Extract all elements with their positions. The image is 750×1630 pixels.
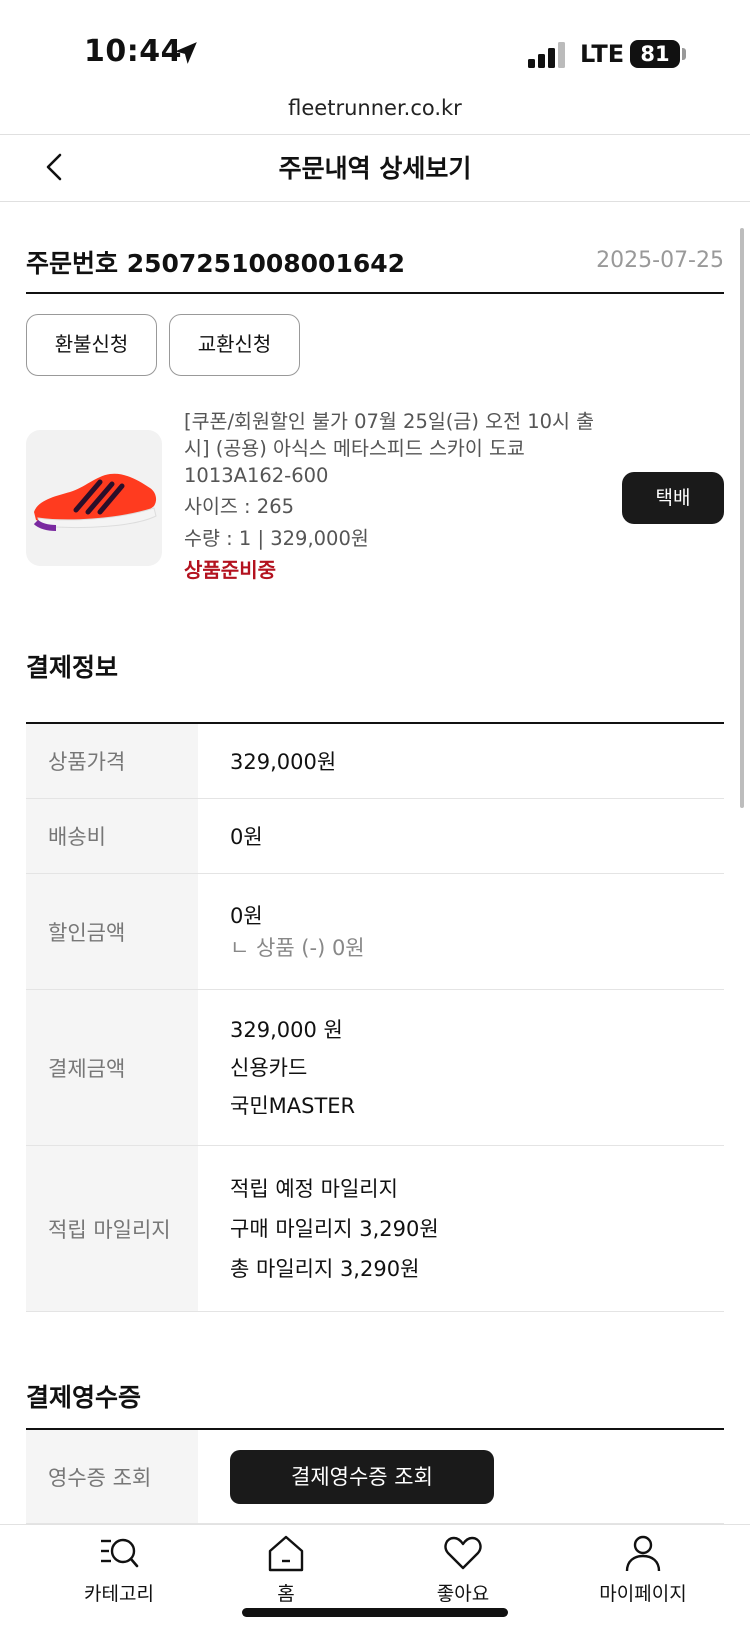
- page-title: 주문내역 상세보기: [278, 154, 472, 183]
- table-row: 상품가격 329,000원: [26, 724, 724, 799]
- row-value: 결제영수증 조회: [198, 1430, 724, 1523]
- nav-label: 좋아요: [436, 1583, 490, 1605]
- product-model-code: 1013A162-600: [184, 464, 329, 487]
- nav-category[interactable]: 카테고리: [44, 1533, 194, 1606]
- nav-label: 카테고리: [84, 1583, 154, 1605]
- home-indicator: [242, 1608, 508, 1617]
- product-name-line: 시] (공용) 아식스 메타스피드 스카이 도쿄: [184, 437, 525, 460]
- signal-icon: [528, 42, 565, 68]
- order-header: 주문번호 2507251008001642 2025-07-25: [26, 240, 724, 294]
- row-label: 적립 마일리지: [26, 1146, 198, 1311]
- row-label: 할인금액: [26, 874, 198, 989]
- receipt-section-title: 결제영수증: [26, 1383, 142, 1412]
- table-row: 영수증 조회 결제영수증 조회: [26, 1430, 724, 1524]
- delivery-button[interactable]: 택배: [622, 472, 724, 524]
- discount-value: 0원: [230, 903, 263, 928]
- home-icon: [268, 1535, 304, 1572]
- category-search-icon: [101, 1538, 139, 1568]
- heart-icon: [444, 1536, 482, 1570]
- order-number: 주문번호 2507251008001642: [26, 249, 406, 278]
- receipt-table: 영수증 조회 결제영수증 조회: [26, 1430, 724, 1524]
- nav-label: 마이페이지: [599, 1583, 687, 1605]
- mileage-expected: 적립 예정 마일리지: [230, 1176, 398, 1201]
- browser-url[interactable]: fleetrunner.co.kr: [0, 96, 750, 120]
- row-label: 배송비: [26, 799, 198, 873]
- nav-label: 홈: [277, 1583, 295, 1605]
- refund-request-button[interactable]: 환불신청: [26, 314, 157, 376]
- product-status: 상품준비중: [184, 558, 276, 582]
- table-row: 배송비 0원: [26, 799, 724, 874]
- product-price-value: 329,000원: [230, 750, 337, 774]
- payment-section-title: 결제정보: [26, 653, 119, 682]
- battery-icon: 81: [630, 40, 680, 68]
- order-date: 2025-07-25: [596, 248, 724, 273]
- row-label: 영수증 조회: [26, 1430, 198, 1523]
- scrollbar[interactable]: [740, 228, 744, 808]
- product-name[interactable]: [쿠폰/회원할인 불가 07월 25일(금) 오전 10시 출 시] (공용) …: [184, 408, 604, 489]
- status-bar: 10:44 LTE 81: [0, 0, 750, 92]
- mileage-purchase: 구매 마일리지 3,290원: [230, 1216, 439, 1241]
- row-value: 0원: [198, 799, 724, 873]
- nav-likes[interactable]: 좋아요: [388, 1533, 538, 1606]
- status-time: 10:44: [84, 34, 182, 69]
- table-row: 적립 마일리지 적립 예정 마일리지 구매 마일리지 3,290원 총 마일리지…: [26, 1146, 724, 1312]
- row-value: 적립 예정 마일리지 구매 마일리지 3,290원 총 마일리지 3,290원: [198, 1146, 724, 1311]
- row-value: 329,000 원 신용카드 국민MASTER: [198, 990, 724, 1145]
- discount-detail: ㄴ 상품 (-) 0원: [230, 935, 365, 960]
- payment-method: 신용카드: [230, 1055, 308, 1080]
- table-row: 할인금액 0원 ㄴ 상품 (-) 0원: [26, 874, 724, 990]
- card-type: 국민MASTER: [230, 1093, 356, 1118]
- product-size: 사이즈 : 265: [184, 495, 295, 518]
- row-value: 0원 ㄴ 상품 (-) 0원: [198, 874, 724, 989]
- payment-table: 상품가격 329,000원 배송비 0원 할인금액 0원 ㄴ 상품 (-) 0원…: [26, 724, 724, 1312]
- product-name-line: [쿠폰/회원할인 불가 07월 25일(금) 오전 10시 출: [184, 410, 595, 433]
- row-value: 329,000원: [198, 724, 724, 798]
- page-header: 주문내역 상세보기: [0, 134, 750, 202]
- row-label: 상품가격: [26, 724, 198, 798]
- product-image[interactable]: [26, 430, 162, 566]
- nav-home[interactable]: 홈: [211, 1533, 361, 1606]
- row-label: 결제금액: [26, 990, 198, 1145]
- total-paid-value: 329,000 원: [230, 1017, 343, 1042]
- table-row: 결제금액 329,000 원 신용카드 국민MASTER: [26, 990, 724, 1146]
- view-receipt-button[interactable]: 결제영수증 조회: [230, 1449, 494, 1504]
- product-quantity-price: 수량 : 1 | 329,000원: [184, 527, 369, 550]
- mileage-total: 총 마일리지 3,290원: [230, 1256, 420, 1281]
- running-shoe-icon: [33, 473, 157, 531]
- nav-mypage[interactable]: 마이페이지: [568, 1533, 718, 1606]
- location-arrow-icon: [175, 42, 197, 64]
- user-icon: [625, 1535, 661, 1572]
- battery-cap: [682, 48, 686, 60]
- exchange-request-button[interactable]: 교환신청: [169, 314, 300, 376]
- network-type: LTE: [580, 40, 625, 68]
- shipping-fee-value: 0원: [230, 825, 263, 849]
